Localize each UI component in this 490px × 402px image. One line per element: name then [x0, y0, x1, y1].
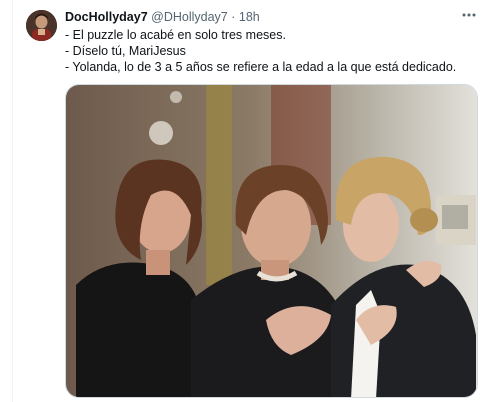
tweet-timestamp[interactable]: 18h — [239, 10, 260, 24]
timeline-divider — [12, 0, 13, 402]
tweet-text-line: - El puzzle lo acabé en solo tres meses. — [65, 28, 286, 42]
author-handle[interactable]: @DHollyday7 — [151, 10, 228, 24]
tweet-card[interactable]: DocHollyday7 @DHollyday7 · 18h - El puzz… — [0, 0, 490, 402]
author-name[interactable]: DocHollyday7 — [65, 10, 148, 24]
tweet-photo[interactable] — [65, 84, 478, 398]
avatar-image — [26, 10, 57, 41]
header-separator: · — [231, 10, 236, 24]
more-horizontal-icon[interactable] — [460, 8, 478, 22]
photo-three-women — [66, 85, 477, 397]
tweet-text-line: - Yolanda, lo de 3 a 5 años se refiere a… — [65, 60, 457, 74]
user-avatar[interactable] — [26, 10, 57, 41]
tweet-text-line: - Díselo tú, MariJesus — [65, 44, 186, 58]
tweet-text: - El puzzle lo acabé en solo tres meses.… — [65, 27, 456, 75]
tweet-header: DocHollyday7 @DHollyday7 · 18h — [65, 9, 260, 25]
